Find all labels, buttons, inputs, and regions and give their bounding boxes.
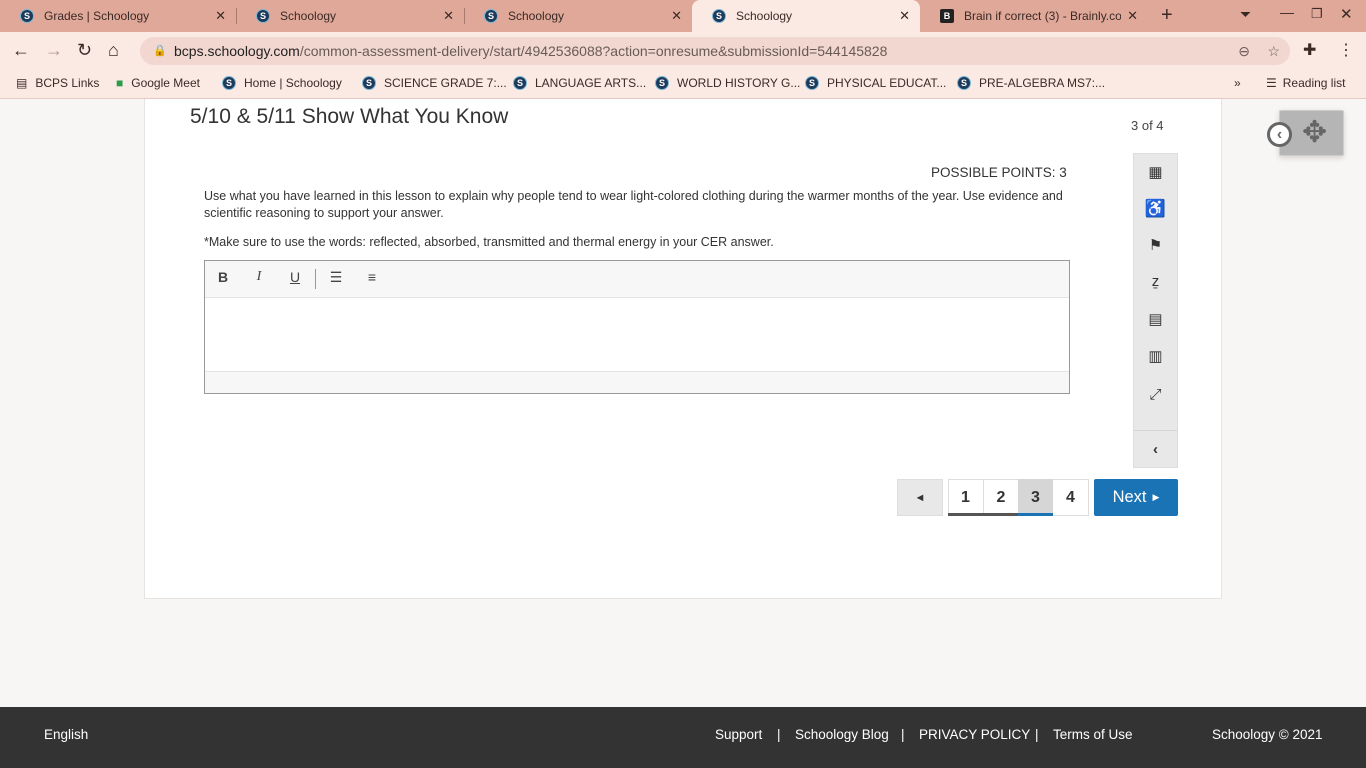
folder-icon: ▤ <box>16 76 28 90</box>
next-button[interactable]: Next ▶ <box>1094 479 1178 516</box>
lock-icon: 🔒 <box>153 45 167 57</box>
page-3-button-current[interactable]: 3 <box>1018 479 1053 516</box>
underline-button[interactable]: U <box>285 269 305 285</box>
tab-label: Brain if correct (3) - Brainly.com <box>964 9 1122 23</box>
calendar-icon[interactable]: ▦ <box>1134 163 1177 181</box>
italic-button[interactable]: I <box>249 269 269 285</box>
tab-schoology-2[interactable]: S Schoology ✕ <box>464 0 692 32</box>
reading-list-icon: ☰ <box>1266 76 1277 90</box>
schoology-icon: S <box>222 76 236 90</box>
schoology-icon: S <box>513 76 527 90</box>
move-icon: ✥ <box>1302 116 1328 149</box>
collapse-chevron-icon[interactable]: ‹ <box>1134 441 1177 458</box>
schoology-icon: S <box>805 76 819 90</box>
minimize-icon[interactable]: — <box>1280 4 1294 20</box>
site-footer: English Support | Schoology Blog | PRIVA… <box>0 707 1366 768</box>
schoology-icon: S <box>957 76 971 90</box>
footer-link-privacy[interactable]: PRIVACY POLICY <box>919 727 1030 742</box>
flag-icon[interactable]: ⚑ <box>1134 236 1177 254</box>
url-domain: bcps.schoology.com <box>174 43 300 59</box>
bookmarks-bar: ▤ BCPS Links ■ Google Meet S Home | Schoolo… <box>0 69 1366 99</box>
close-icon[interactable]: ✕ <box>443 8 454 24</box>
editor-footer <box>205 371 1069 393</box>
editor-toolbar: B I U ☰ ≡ <box>205 261 1069 298</box>
close-icon[interactable]: ✕ <box>215 8 226 24</box>
strikethrough-icon[interactable]: ẕ <box>1134 273 1177 290</box>
extensions-icon[interactable]: ✚ <box>1303 40 1316 60</box>
numbered-list-icon[interactable]: ≡ <box>362 269 382 285</box>
bold-button[interactable]: B <box>213 269 233 285</box>
accessibility-icon[interactable]: ♿ <box>1134 199 1177 219</box>
close-window-icon[interactable]: ✕ <box>1340 5 1353 23</box>
brainly-icon: B <box>940 9 954 23</box>
answer-editor: B I U ☰ ≡ <box>204 260 1070 394</box>
page-4-button[interactable]: 4 <box>1053 479 1088 516</box>
language-selector[interactable]: English <box>44 727 88 742</box>
close-icon[interactable]: ✕ <box>1127 8 1138 24</box>
close-icon[interactable]: ✕ <box>899 8 910 24</box>
browser-toolbar: ← → ↻ ⌂ 🔒 bcps.schoology.com/common-asses… <box>0 32 1366 69</box>
tab-grades[interactable]: S Grades | Schoology ✕ <box>0 0 236 32</box>
google-meet-icon: ■ <box>116 76 124 90</box>
tab-label: Schoology <box>736 9 793 23</box>
bullet-list-icon[interactable]: ☰ <box>326 269 346 286</box>
more-bookmarks-icon[interactable]: » <box>1234 76 1241 90</box>
page-2-button[interactable]: 2 <box>983 479 1018 516</box>
restore-icon[interactable]: ❐ <box>1311 6 1323 22</box>
schoology-icon: S <box>362 76 376 90</box>
back-icon[interactable]: ← <box>12 40 30 61</box>
home-icon[interactable]: ⌂ <box>108 40 119 61</box>
new-tab-icon[interactable]: + <box>1161 4 1173 27</box>
tab-label: Schoology <box>508 9 565 23</box>
bookmark-science[interactable]: S SCIENCE GRADE 7:... <box>362 76 507 90</box>
bookmark-bcps-links[interactable]: ▤ BCPS Links <box>16 76 99 90</box>
browser-tab-bar: S Grades | Schoology ✕ S Schoology ✕ S School… <box>0 0 1366 32</box>
forward-icon[interactable]: → <box>45 40 63 61</box>
fullscreen-icon[interactable]: ⤢ <box>1134 386 1177 403</box>
back-circle-icon[interactable]: ‹ <box>1267 122 1292 147</box>
notepad-icon[interactable]: ▥ <box>1134 347 1177 365</box>
possible-points: POSSIBLE POINTS: 3 <box>931 165 1067 180</box>
schoology-icon: S <box>712 9 726 23</box>
reload-icon[interactable]: ↻ <box>77 40 92 61</box>
tab-schoology-1[interactable]: S Schoology ✕ <box>236 0 464 32</box>
schoology-icon: S <box>484 9 498 23</box>
bookmark-home-schoology[interactable]: S Home | Schoology <box>222 76 342 90</box>
previous-button[interactable]: ◄ <box>897 479 943 516</box>
bookmark-google-meet[interactable]: ■ Google Meet <box>116 76 200 90</box>
footer-link-terms[interactable]: Terms of Use <box>1053 727 1133 742</box>
schoology-icon: S <box>655 76 669 90</box>
bookmark-world-history[interactable]: S WORLD HISTORY G... <box>655 76 800 90</box>
address-bar[interactable]: 🔒 bcps.schoology.com/common-assessment-de… <box>140 37 1290 65</box>
footer-link-blog[interactable]: Schoology Blog <box>795 727 889 742</box>
tools-sidebar: ▦ ♿ ⚑ ẕ ▤ ▥ ⤢ ‹ <box>1133 153 1178 468</box>
menu-icon[interactable]: ⋮ <box>1338 40 1354 60</box>
assessment-card: 5/10 & 5/11 Show What You Know 3 of 4 PO… <box>144 99 1222 599</box>
schoology-icon: S <box>20 9 34 23</box>
calculator-icon[interactable]: ▤ <box>1134 310 1177 328</box>
bookmark-pre-algebra[interactable]: S PRE-ALGEBRA MS7:... <box>957 76 1105 90</box>
tab-schoology-active[interactable]: S Schoology ✕ <box>692 0 920 32</box>
question-counter: 3 of 4 <box>1131 118 1164 133</box>
bookmark-star-icon[interactable]: ☆ <box>1267 37 1280 65</box>
footer-link-support[interactable]: Support <box>715 727 762 742</box>
page-1-button[interactable]: 1 <box>948 479 983 516</box>
zoom-icon[interactable]: ⊖ <box>1238 37 1250 65</box>
answer-textarea[interactable] <box>205 298 1069 371</box>
tab-label: Schoology <box>280 9 337 23</box>
question-prompt: Use what you have learned in this lesson… <box>204 189 1063 220</box>
url-path: /common-assessment-delivery/start/494253… <box>299 43 888 59</box>
copyright: Schoology © 2021 <box>1212 727 1323 742</box>
question-note: *Make sure to use the words: reflected, … <box>204 235 774 249</box>
bookmark-language-arts[interactable]: S LANGUAGE ARTS... <box>513 76 646 90</box>
reading-list[interactable]: ☰ Reading list <box>1266 76 1345 90</box>
schoology-icon: S <box>256 9 270 23</box>
tab-brainly[interactable]: B Brain if correct (3) - Brainly.com ✕ <box>920 0 1148 32</box>
bookmark-physical-ed[interactable]: S PHYSICAL EDUCAT... <box>805 76 946 90</box>
assessment-title: 5/10 & 5/11 Show What You Know <box>190 105 509 128</box>
close-icon[interactable]: ✕ <box>671 8 682 24</box>
tab-label: Grades | Schoology <box>44 9 150 23</box>
next-arrow-icon: ▶ <box>1152 492 1160 502</box>
tab-search-icon[interactable]: ⏷ <box>1240 6 1251 23</box>
